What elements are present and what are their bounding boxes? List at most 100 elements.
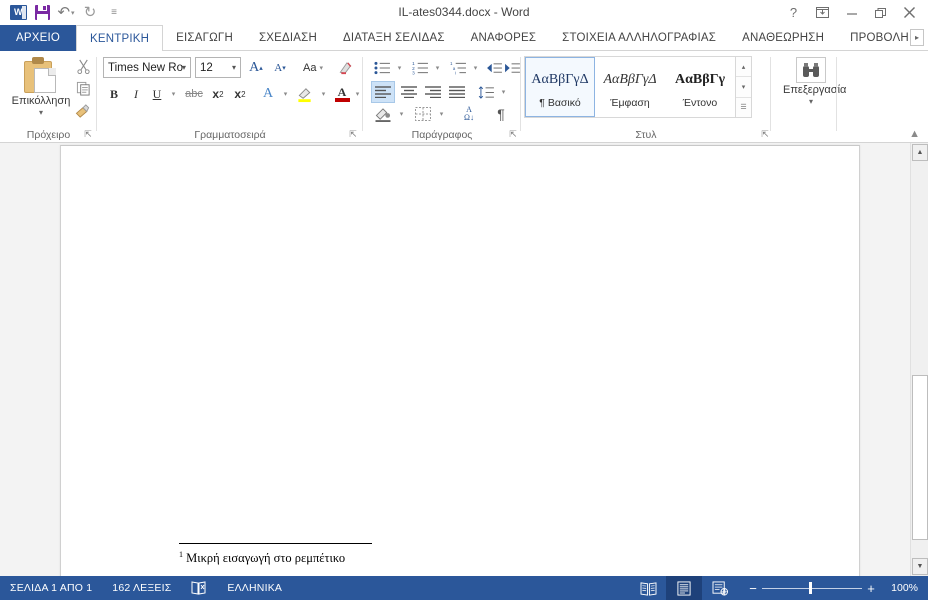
language-indicator[interactable]: ΕΛΛΗΝΙΚΑ [217,576,292,600]
text-highlight-chevron-down-icon[interactable]: ▾ [317,83,329,105]
shading-chevron-down-icon[interactable]: ▾ [395,103,407,125]
vertical-scrollbar[interactable]: ▲ ▼ [910,143,928,576]
show-formatting-marks-button[interactable]: ¶ [489,103,513,125]
style-preview-emphasis: ΑαΒβΓγΔ [603,72,657,87]
document-page[interactable]: 1 Μικρή εισαγωγή στο ρεμπέτικο [60,145,860,576]
justify-button[interactable] [445,81,469,103]
superscript-button[interactable]: x2 [229,83,251,105]
italic-button[interactable]: I [125,83,147,105]
bold-button[interactable]: B [103,83,125,105]
shrink-font-button[interactable]: A ▾ [269,57,291,79]
tab-mailings[interactable]: ΣΤΟΙΧΕΙΑ ΑΛΛΗΛΟΓΡΑΦΙΑΣ [549,25,729,51]
multilevel-list-chevron-down-icon[interactable]: ▾ [469,57,481,79]
style-item-strong[interactable]: ΑαΒβΓγ Έντονο [665,57,735,117]
zoom-out-button[interactable]: − [744,581,762,596]
redo-icon[interactable]: ↻ [78,2,102,23]
cut-icon[interactable] [72,55,94,77]
text-highlight-color-button[interactable] [293,83,317,105]
zoom-slider[interactable] [762,581,862,595]
window-controls: ? [779,0,924,25]
editing-chevron-down-icon[interactable]: ▾ [783,97,839,106]
bullets-button[interactable] [371,57,393,79]
web-layout-view-button[interactable] [702,576,738,600]
help-icon[interactable]: ? [779,0,808,25]
minimize-icon[interactable] [837,0,866,25]
clipboard-dialog-launcher-icon[interactable]: ⇱ [82,128,94,140]
paste-button[interactable]: Επικόλληση ▾ [10,55,72,117]
underline-chevron-down-icon[interactable]: ▾ [167,83,179,105]
font-name-chevron-down-icon[interactable]: ▾ [182,63,186,72]
underline-button[interactable]: U [147,83,167,105]
borders-chevron-down-icon[interactable]: ▾ [435,103,447,125]
collapse-ribbon-icon[interactable]: ▲ [909,128,920,140]
style-name-emphasis: Έμφαση [610,97,650,109]
ribbon-group-clipboard: Επικόλληση ▾ Πρόχειρο ⇱ [0,51,97,143]
tab-design[interactable]: ΣΧΕΔΙΑΣΗ [246,25,330,51]
text-effects-chevron-down-icon[interactable]: ▾ [279,83,291,105]
subscript-button[interactable]: x2 [207,83,229,105]
styles-scroll-up-icon[interactable]: ▴ [736,57,751,78]
save-icon[interactable] [30,2,54,23]
print-layout-view-button[interactable] [666,576,702,600]
increase-indent-button[interactable] [503,57,521,79]
borders-button[interactable] [411,103,435,125]
shading-button[interactable] [371,103,395,125]
styles-more-icon[interactable]: ☰ [736,98,751,117]
document-canvas[interactable]: 1 Μικρή εισαγωγή στο ρεμπέτικο [0,143,910,576]
format-painter-icon[interactable] [72,99,94,121]
grow-font-button[interactable]: A ▴ [245,57,267,79]
numbering-button[interactable]: 123 [409,57,431,79]
zoom-level[interactable]: 100% [886,582,928,594]
line-spacing-button[interactable] [475,81,497,103]
align-center-button[interactable] [397,81,421,103]
paste-chevron-down-icon[interactable]: ▾ [10,108,72,117]
scroll-up-icon[interactable]: ▲ [912,144,928,161]
restore-icon[interactable] [866,0,895,25]
tab-file[interactable]: ΑΡΧΕΙΟ [0,25,77,51]
read-mode-view-button[interactable] [630,576,666,600]
ribbon-display-options-icon[interactable] [808,0,837,25]
font-size-combo[interactable]: 12 ▾ [195,57,241,78]
numbering-chevron-down-icon[interactable]: ▾ [431,57,443,79]
tab-overflow-chevron-icon[interactable]: ▸ [910,29,924,46]
word-count[interactable]: 162 ΛΕΞΕΙΣ [102,576,181,600]
decrease-indent-button[interactable] [485,57,503,79]
multilevel-list-button[interactable]: 1ai [447,57,469,79]
tab-home[interactable]: ΚΕΝΤΡΙΚΗ [76,25,164,52]
tab-insert[interactable]: ΕΙΣΑΓΩΓΗ [163,25,246,51]
undo-icon[interactable]: ↶ ▾ [54,2,78,23]
tab-page-layout[interactable]: ΔΙΑΤΑΞΗ ΣΕΛΙΔΑΣ [330,25,458,51]
proofing-status-icon[interactable] [181,576,217,600]
font-color-button[interactable]: A [331,83,353,105]
align-right-button[interactable] [421,81,445,103]
tab-references[interactable]: ΑΝΑΦΟΡΕΣ [458,25,550,51]
close-icon[interactable] [895,0,924,25]
font-size-chevron-down-icon[interactable]: ▾ [232,63,236,72]
bold-label: B [109,86,118,101]
text-effects-button[interactable]: A [257,83,279,105]
sort-button[interactable]: A Ω↓ [457,103,481,125]
font-dialog-launcher-icon[interactable]: ⇱ [347,128,359,140]
page-indicator[interactable]: ΣΕΛΙΔΑ 1 ΑΠΟ 1 [0,576,102,600]
zoom-control: − + [738,581,886,596]
editing-button[interactable]: Επεξεργασία ▾ [783,55,846,106]
style-item-emphasis[interactable]: ΑαΒβΓγΔ Έμφαση [595,57,665,117]
align-left-button[interactable] [371,81,395,103]
font-name-combo[interactable]: Times New Ro ▾ [103,57,191,78]
paragraph-dialog-launcher-icon[interactable]: ⇱ [507,128,519,140]
zoom-slider-handle[interactable] [809,582,812,594]
copy-icon[interactable] [72,77,94,99]
bullets-chevron-down-icon[interactable]: ▾ [393,57,405,79]
change-case-button[interactable]: Aa ▾ [297,57,329,79]
styles-scroll-down-icon[interactable]: ▾ [736,77,751,98]
footnote-body: Μικρή εισαγωγή στο ρεμπέτικο [186,551,346,566]
strikethrough-button[interactable]: abc [181,83,207,105]
style-item-normal[interactable]: ΑαΒβΓγΔ ¶ Βασικό [525,57,595,117]
clear-formatting-button[interactable] [335,57,357,79]
scrollbar-thumb[interactable] [912,375,928,540]
customize-quick-access-icon[interactable]: ≡ [102,2,126,23]
line-spacing-chevron-down-icon[interactable]: ▾ [497,81,509,103]
scroll-down-icon[interactable]: ▼ [912,558,928,575]
zoom-in-button[interactable]: + [862,581,880,596]
tab-review[interactable]: ΑΝΑΘΕΩΡΗΣΗ [729,25,837,51]
